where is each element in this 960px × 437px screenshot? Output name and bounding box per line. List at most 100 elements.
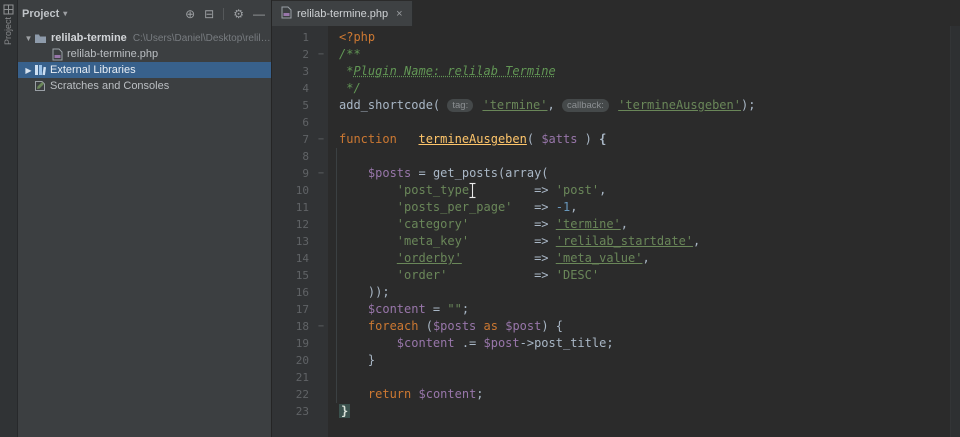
code-token[interactable]: ,	[548, 98, 562, 112]
code-token[interactable]: ,	[621, 217, 628, 231]
code-token[interactable]: =>	[462, 251, 556, 265]
code-token[interactable]: );	[741, 98, 755, 112]
code-token[interactable]: as	[484, 319, 498, 333]
gutter-line[interactable]: 12	[272, 216, 328, 233]
code-token[interactable]: 'orderby'	[397, 251, 462, 265]
code-token[interactable]	[339, 234, 397, 248]
gutter-line[interactable]: 19	[272, 335, 328, 352]
code-line[interactable]: *Plugin Name: relilab Termine	[339, 63, 950, 80]
code-token[interactable]	[339, 200, 397, 214]
chevron-expanded-icon[interactable]: ▼	[23, 34, 34, 43]
code-line[interactable]: ));	[339, 284, 950, 301]
code-token[interactable]	[339, 251, 397, 265]
tree-item-scratches[interactable]: Scratches and Consoles	[18, 78, 271, 94]
code-line[interactable]	[339, 369, 950, 386]
tree-item-external-libraries[interactable]: ▶ External Libraries	[18, 62, 271, 78]
code-token[interactable]: (	[527, 132, 541, 146]
code-line[interactable]: function termineAusgeben( $atts ) {	[339, 131, 950, 148]
code-token[interactable]: (	[418, 319, 433, 333]
code-token[interactable]: =>	[469, 217, 556, 231]
code-token[interactable]	[339, 183, 397, 197]
code-token[interactable]: <?php	[339, 30, 375, 44]
code-token[interactable]: 'termine'	[556, 217, 621, 231]
code-token[interactable]: ""	[447, 302, 461, 316]
code-token[interactable]: ));	[339, 285, 390, 299]
editor-scrollbar[interactable]	[950, 26, 960, 437]
code-token[interactable]: $posts	[433, 319, 476, 333]
code-token[interactable]: return	[368, 387, 411, 401]
code-token[interactable]: 'post_type'	[397, 183, 476, 197]
code-line[interactable]: 'category' => 'termine',	[339, 216, 950, 233]
code-token[interactable]	[339, 166, 368, 180]
code-token[interactable]: ,	[599, 183, 606, 197]
code-token[interactable]	[339, 336, 397, 350]
fold-marker-icon[interactable]: −	[314, 168, 328, 179]
code-token[interactable]: $post	[484, 336, 520, 350]
gutter-line[interactable]: 13	[272, 233, 328, 250]
gutter-line[interactable]: 6	[272, 114, 328, 131]
code-token[interactable]: ->post_title;	[520, 336, 614, 350]
code-token[interactable]: $content	[397, 336, 455, 350]
code-token[interactable]: foreach	[368, 319, 419, 333]
code-token[interactable]: ,	[693, 234, 700, 248]
code-token[interactable]: ,	[642, 251, 649, 265]
code-token[interactable]	[339, 217, 397, 231]
gutter-line[interactable]: 14	[272, 250, 328, 267]
code-line[interactable]: 'orderby' => 'meta_value',	[339, 250, 950, 267]
chevron-collapsed-icon[interactable]: ▶	[23, 66, 34, 75]
code-token[interactable]: 'relilab_startdate'	[556, 234, 693, 248]
code-token[interactable]: =>	[469, 234, 556, 248]
tree-item-php-file[interactable]: relilab-termine.php	[18, 46, 271, 62]
gutter-line[interactable]: 1	[272, 29, 328, 46]
code-token[interactable]: }	[339, 404, 351, 418]
tree-item-project-root[interactable]: ▼ relilab-termine C:\Users\Daniel\Deskto…	[18, 30, 271, 46]
code-token[interactable]: 'category'	[397, 217, 469, 231]
code-token[interactable]: 'post'	[556, 183, 599, 197]
code-token[interactable]: ;	[462, 302, 469, 316]
code-line[interactable]: foreach ($posts as $post) {	[339, 318, 950, 335]
code-token[interactable]: =	[426, 302, 448, 316]
code-line[interactable]: $posts = get_posts(array(	[339, 165, 950, 182]
gutter-line[interactable]: 3	[272, 63, 328, 80]
code-token[interactable]: */	[339, 81, 360, 95]
code-line[interactable]	[339, 114, 950, 131]
gutter-line[interactable]: 9−	[272, 165, 328, 182]
code-line[interactable]: }	[339, 352, 950, 369]
gutter-line[interactable]: 4	[272, 80, 328, 97]
code-token[interactable]: $content	[368, 302, 426, 316]
code-line[interactable]: /**	[339, 46, 950, 63]
gutter-line[interactable]: 21	[272, 369, 328, 386]
gutter-line[interactable]: 8	[272, 148, 328, 165]
code-token[interactable]: =>	[512, 200, 555, 214]
fold-marker-icon[interactable]: −	[314, 321, 328, 332]
code-token[interactable]	[339, 319, 368, 333]
code-token[interactable]: -1	[556, 200, 570, 214]
code-token[interactable]: $atts	[541, 132, 577, 146]
locate-file-icon[interactable]: ⊕	[185, 8, 195, 20]
code-line[interactable]: $content .= $post->post_title;	[339, 335, 950, 352]
gutter-line[interactable]: 17	[272, 301, 328, 318]
code-area[interactable]: <?php /** *Plugin Name: relilab Termine *…	[329, 26, 950, 437]
code-token[interactable]: 'termineAusgeben'	[618, 98, 741, 112]
code-token[interactable]: = get_posts(array(	[411, 166, 548, 180]
code-token[interactable]	[476, 319, 483, 333]
code-line[interactable]: 'meta_key' => 'relilab_startdate',	[339, 233, 950, 250]
tab-close-icon[interactable]: ×	[396, 8, 402, 20]
code-token[interactable]: function	[339, 132, 397, 146]
code-token[interactable]: )	[577, 132, 599, 146]
code-line[interactable]: add_shortcode( tag: 'termine', callback:…	[339, 97, 950, 114]
code-line[interactable]: 'order' => 'DESC'	[339, 267, 950, 284]
code-token[interactable]: $posts	[368, 166, 411, 180]
gutter-line[interactable]: 23	[272, 403, 328, 420]
code-token[interactable]: *	[339, 64, 353, 78]
gutter-line[interactable]: 18−	[272, 318, 328, 335]
code-token[interactable]: .=	[455, 336, 484, 350]
code-token[interactable]: =>	[447, 268, 555, 282]
gutter-line[interactable]: 15	[272, 267, 328, 284]
code-token[interactable]: 'posts_per_page'	[397, 200, 513, 214]
code-line[interactable]	[339, 148, 950, 165]
gutter-line[interactable]: 10	[272, 182, 328, 199]
gutter-line[interactable]: 7−	[272, 131, 328, 148]
code-token[interactable]: =>	[476, 183, 555, 197]
code-line[interactable]: <?php	[339, 29, 950, 46]
